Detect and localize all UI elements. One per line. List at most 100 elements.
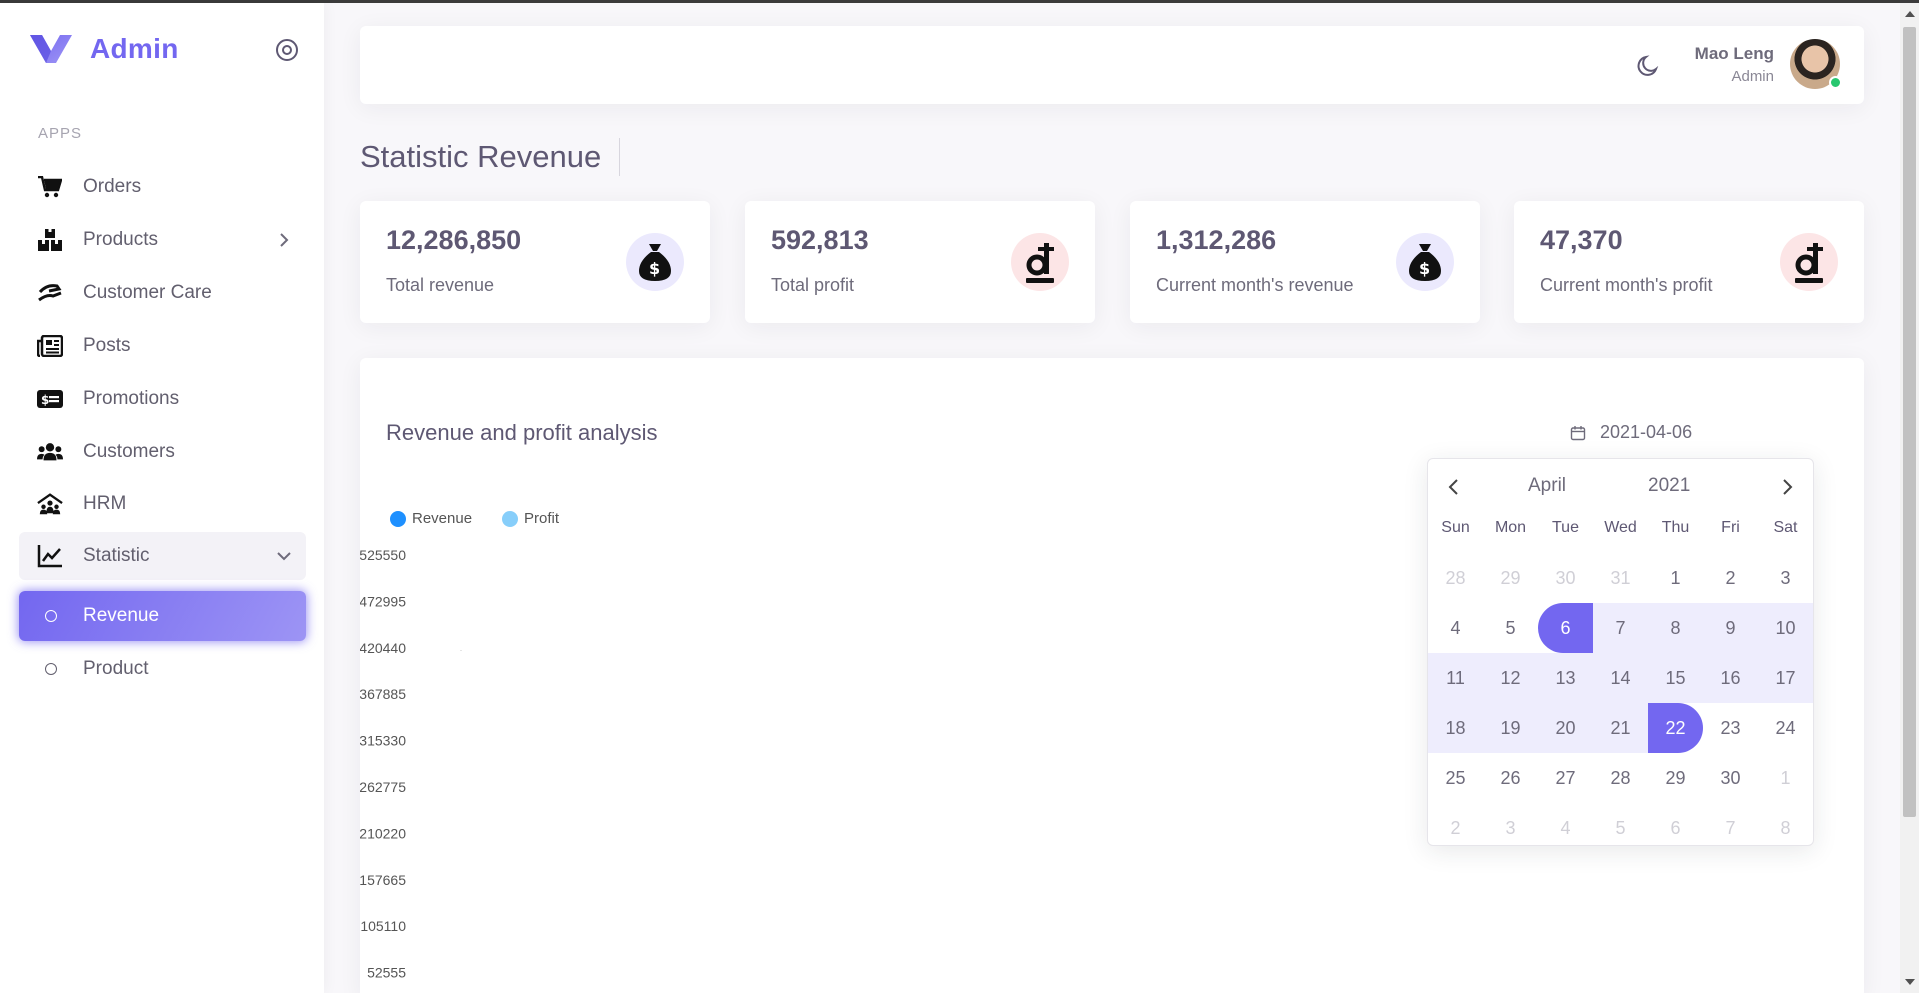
calendar-day[interactable]: 10 [1758, 603, 1813, 653]
stat-value: 1,312,286 [1156, 225, 1277, 255]
calendar-day[interactable]: 31 [1593, 553, 1648, 603]
y-tick-label: 472995 [360, 593, 406, 609]
calendar-day[interactable]: 30 [1703, 753, 1758, 803]
chevron-right-icon[interactable] [1777, 477, 1797, 497]
calendar-day[interactable]: 28 [1428, 553, 1483, 603]
scroll-down-arrow-icon[interactable] [1905, 979, 1915, 985]
money-bag-icon: $ [1396, 233, 1454, 291]
panel-title: Revenue and profit analysis [386, 420, 658, 445]
calendar-day[interactable]: 11 [1428, 653, 1483, 703]
user-name[interactable]: Mao Leng [1695, 44, 1774, 64]
calendar-day[interactable]: 15 [1648, 653, 1703, 703]
calendar-day[interactable]: 17 [1758, 653, 1813, 703]
calendar-day[interactable]: 3 [1758, 553, 1813, 603]
calendar-week-row: 25 26 27 28 29 30 1 [1428, 753, 1813, 803]
calendar-day[interactable]: 18 [1428, 703, 1483, 753]
svg-text:$: $ [41, 393, 49, 407]
stat-label: Total revenue [386, 275, 495, 295]
hand-holding-icon [37, 280, 63, 306]
calendar-day[interactable]: 3 [1483, 803, 1538, 853]
calendar-day[interactable]: 14 [1593, 653, 1648, 703]
page-scrollbar[interactable] [1900, 3, 1919, 993]
calendar-day[interactable]: 1 [1648, 553, 1703, 603]
calendar-day[interactable]: 4 [1538, 803, 1593, 853]
moon-icon[interactable] [1635, 53, 1661, 79]
calendar-day[interactable]: 13 [1538, 653, 1593, 703]
calendar-day[interactable]: 23 [1703, 703, 1758, 753]
brand-name: Admin [90, 33, 179, 64]
calendar-day[interactable]: 16 [1703, 653, 1758, 703]
calendar-day[interactable]: 6 [1648, 803, 1703, 853]
y-tick-label: 525550 [360, 547, 406, 563]
date-value: 2021-04-06 [1600, 422, 1693, 442]
sidebar-item-posts[interactable]: Posts [19, 322, 306, 370]
calendar-day[interactable]: 25 [1428, 753, 1483, 803]
calendar-day[interactable]: 7 [1593, 603, 1648, 653]
scrollbar-thumb[interactable] [1903, 27, 1916, 817]
calendar-day[interactable]: 2 [1428, 803, 1483, 853]
stat-label: Current month's revenue [1156, 275, 1354, 295]
sidebar-item-promotions[interactable]: $ Promotions [19, 375, 306, 423]
sidebar-item-statistic[interactable]: Statistic [19, 532, 306, 580]
calendar-month[interactable]: April [1528, 475, 1566, 497]
stat-card-month-revenue: 1,312,286 Current month's revenue $ [1130, 201, 1480, 323]
calendar-day[interactable]: 29 [1483, 553, 1538, 603]
sidebar-item-customer-care[interactable]: Customer Care [19, 269, 306, 317]
people-roof-icon [37, 491, 63, 517]
date-picker-calendar: April 2021 Sun Mon Tue Wed Thu Fri Sat 28 29 30 3… [1427, 458, 1814, 846]
calendar-day[interactable]: 28 [1593, 753, 1648, 803]
y-tick-label: 262775 [360, 779, 406, 795]
weekday-label: Sun [1441, 519, 1470, 536]
sidebar-item-label: Products [83, 229, 158, 250]
sidebar-item-orders[interactable]: Orders [19, 163, 306, 211]
calendar-day[interactable]: 12 [1483, 653, 1538, 703]
legend-swatch [390, 510, 406, 527]
calendar-day[interactable]: 1 [1758, 753, 1813, 803]
calendar-day[interactable]: 6 [1538, 603, 1593, 653]
calendar-day[interactable]: 27 [1538, 753, 1593, 803]
calendar-day[interactable]: 8 [1648, 603, 1703, 653]
calendar-day[interactable]: 4 [1428, 603, 1483, 653]
y-tick-label: 420440 [360, 640, 406, 656]
calendar-day[interactable]: 24 [1758, 703, 1813, 753]
sidebar-item-products[interactable]: Products [19, 216, 306, 264]
brand[interactable]: Admin [28, 31, 179, 67]
calendar-day[interactable]: 5 [1593, 803, 1648, 853]
newspaper-icon [37, 333, 63, 359]
sidebar-item-label: Promotions [83, 388, 180, 409]
calendar-day[interactable]: 26 [1483, 753, 1538, 803]
cart-icon [37, 174, 63, 200]
calendar-header: April 2021 [1428, 469, 1813, 505]
calendar-day[interactable]: 21 [1593, 703, 1648, 753]
stat-card-total-revenue: 12,286,850 Total revenue $ [360, 201, 710, 323]
sidebar-subitem-revenue[interactable]: Revenue [19, 591, 306, 641]
calendar-day[interactable]: 30 [1538, 553, 1593, 603]
calendar-weekdays: Sun Mon Tue Wed Thu Fri Sat [1428, 519, 1813, 537]
calendar-day[interactable]: 5 [1483, 603, 1538, 653]
boxes-icon [37, 227, 63, 253]
weekday-label: Thu [1661, 519, 1690, 536]
legend-item-revenue[interactable]: Revenue [390, 510, 472, 527]
calendar-day[interactable]: 2 [1703, 553, 1758, 603]
calendar-year[interactable]: 2021 [1648, 475, 1690, 497]
sidebar-item-customers[interactable]: Customers [19, 428, 306, 476]
calendar-day[interactable]: 20 [1538, 703, 1593, 753]
date-range-picker[interactable]: 2021-04-06 [1570, 422, 1692, 443]
legend-item-profit[interactable]: Profit [502, 510, 559, 527]
scroll-up-arrow-icon[interactable] [1905, 11, 1915, 17]
calendar-day[interactable]: 8 [1758, 803, 1813, 853]
calendar-day[interactable]: 9 [1703, 603, 1758, 653]
calendar-day[interactable]: 7 [1703, 803, 1758, 853]
weekday-label: Mon [1494, 519, 1527, 536]
calendar-day[interactable]: 19 [1483, 703, 1538, 753]
chevron-left-icon[interactable] [1444, 477, 1464, 497]
legend-label: Revenue [412, 510, 473, 527]
calendar-day[interactable]: 29 [1648, 753, 1703, 803]
sidebar-item-hrm[interactable]: HRM [19, 480, 306, 528]
chevron-right-icon [280, 233, 289, 247]
stat-value: 47,370 [1540, 225, 1623, 255]
calendar-day[interactable]: 22 [1648, 703, 1703, 753]
sidebar-subitem-product[interactable]: Product [19, 645, 306, 693]
collapse-sidebar-icon[interactable] [274, 37, 300, 63]
sidebar-subitem-label: Product [83, 658, 149, 679]
